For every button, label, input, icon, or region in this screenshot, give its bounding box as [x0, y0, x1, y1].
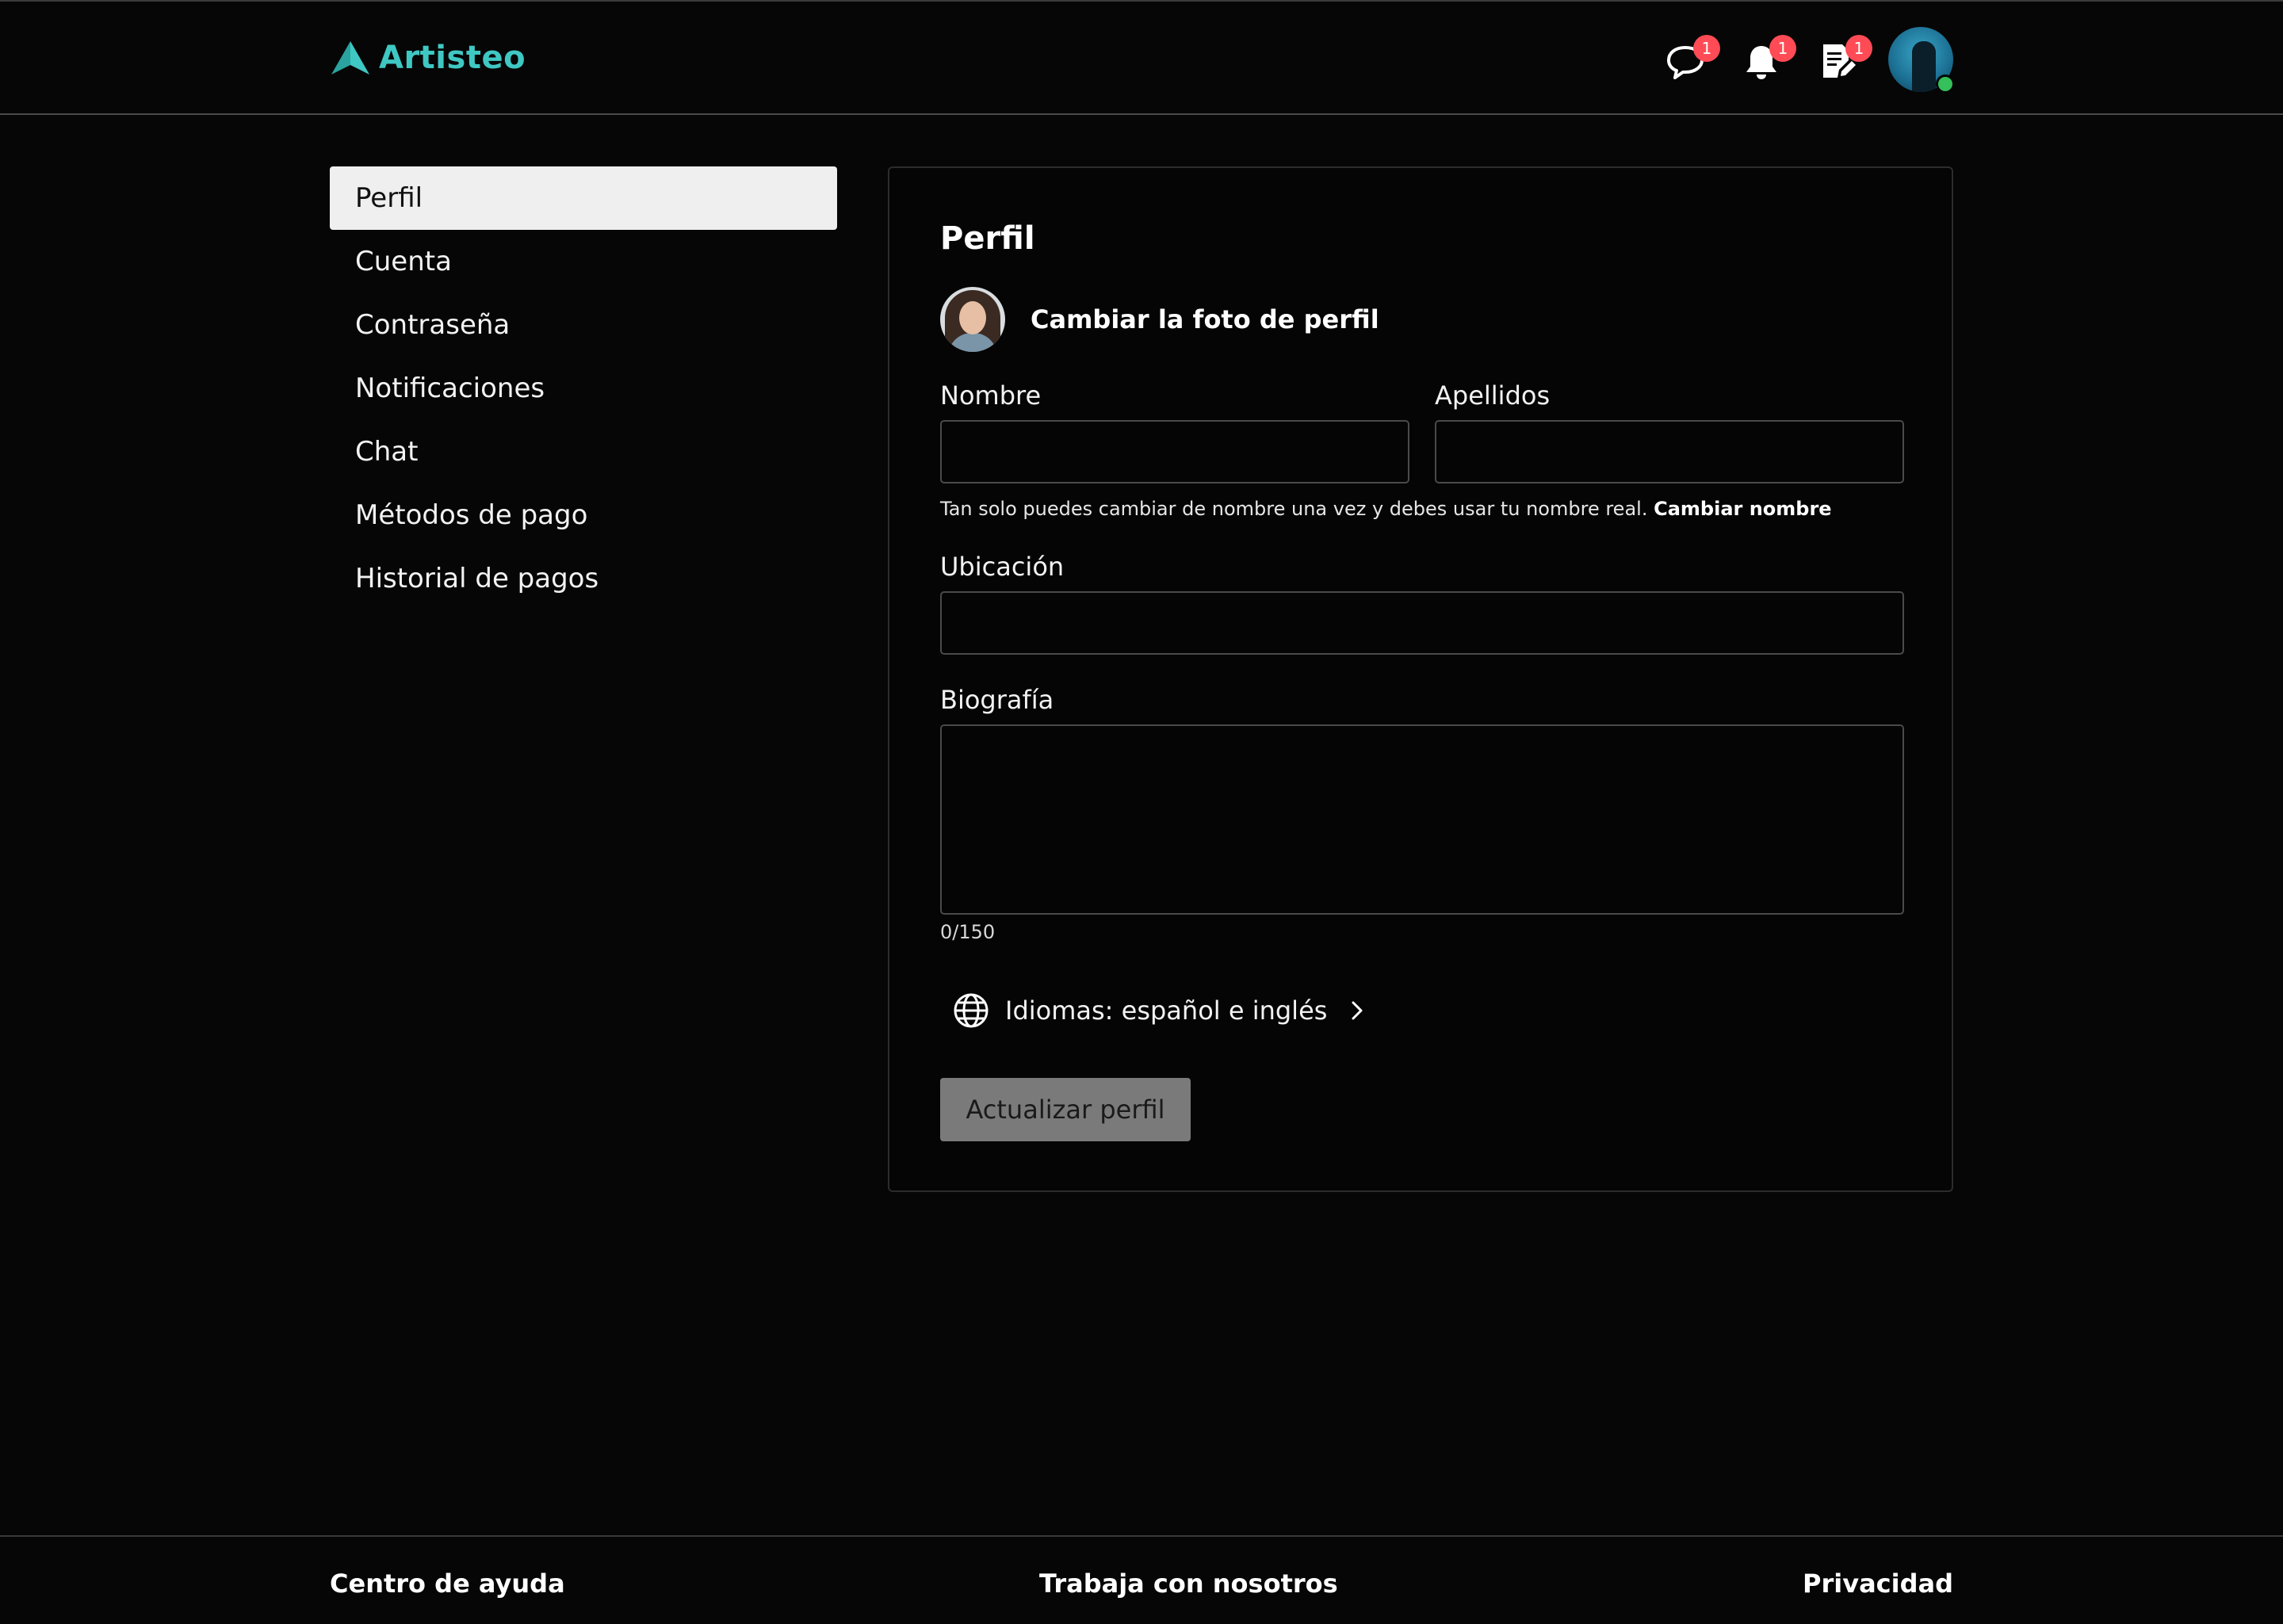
bio-char-counter: 0/150: [940, 921, 996, 943]
settings-sidebar: Perfil Cuenta Contraseña Notificaciones …: [330, 166, 837, 610]
location-input[interactable]: [940, 591, 1904, 655]
footer: Centro de ayuda Trabaja con nosotros Pri…: [0, 1535, 2283, 1624]
logo-text: Artisteo: [379, 40, 526, 76]
first-name-input[interactable]: [940, 420, 1409, 483]
bio-label: Biografía: [940, 685, 1054, 715]
chevron-right-icon: [1352, 1001, 1363, 1020]
last-name-label: Apellidos: [1435, 380, 1551, 411]
footer-help-link[interactable]: Centro de ayuda: [330, 1569, 565, 1599]
sidebar-item-contrasena[interactable]: Contraseña: [330, 293, 837, 357]
header-actions: 1 1 1: [1665, 27, 1955, 94]
sidebar-item-historial-de-pagos[interactable]: Historial de pagos: [330, 547, 837, 610]
languages-selector[interactable]: Idiomas: español e inglés: [953, 992, 1367, 1029]
sidebar-item-notificaciones[interactable]: Notificaciones: [330, 357, 837, 420]
avatar-silhouette: [1912, 41, 1936, 92]
notifications-badge: 1: [1769, 35, 1796, 62]
change-photo-link[interactable]: Cambiar la foto de perfil: [1031, 304, 1379, 334]
sidebar-item-perfil[interactable]: Perfil: [330, 166, 837, 230]
page-title: Perfil: [940, 220, 1035, 257]
requests-button[interactable]: 1: [1817, 35, 1872, 84]
update-profile-button[interactable]: Actualizar perfil: [940, 1078, 1191, 1141]
settings-page: Artisteo 1 1 1 Perfil Cuenta Contraseña …: [0, 0, 2283, 1624]
photo-face: [959, 301, 986, 334]
top-header: Artisteo 1 1 1: [0, 0, 2283, 115]
last-name-input[interactable]: [1435, 420, 1904, 483]
footer-jobs-link[interactable]: Trabaja con nosotros: [1039, 1569, 1338, 1599]
first-name-label: Nombre: [940, 380, 1042, 411]
online-status-dot: [1936, 75, 1955, 94]
sidebar-item-cuenta[interactable]: Cuenta: [330, 230, 837, 293]
bio-textarea[interactable]: [940, 724, 1904, 915]
messages-badge: 1: [1693, 35, 1720, 62]
artisteo-logo-icon: [331, 41, 369, 75]
name-hint: Tan solo puedes cambiar de nombre una ve…: [940, 498, 1832, 520]
name-hint-text: Tan solo puedes cambiar de nombre una ve…: [940, 498, 1648, 520]
profile-photo[interactable]: [940, 287, 1005, 352]
requests-badge: 1: [1845, 35, 1872, 62]
logo[interactable]: Artisteo: [330, 40, 526, 76]
location-label: Ubicación: [940, 552, 1065, 582]
change-photo-row[interactable]: Cambiar la foto de perfil: [940, 287, 1379, 352]
profile-card: Perfil Cambiar la foto de perfil Nombre …: [888, 166, 1953, 1192]
sidebar-item-metodos-de-pago[interactable]: Métodos de pago: [330, 483, 837, 547]
sidebar-item-chat[interactable]: Chat: [330, 420, 837, 483]
messages-button[interactable]: 1: [1665, 35, 1720, 84]
globe-icon: [954, 993, 989, 1028]
languages-label: Idiomas: español e inglés: [1005, 995, 1328, 1026]
notifications-button[interactable]: 1: [1741, 35, 1796, 84]
change-name-link[interactable]: Cambiar nombre: [1654, 498, 1831, 520]
footer-privacy-link[interactable]: Privacidad: [1803, 1569, 1953, 1599]
